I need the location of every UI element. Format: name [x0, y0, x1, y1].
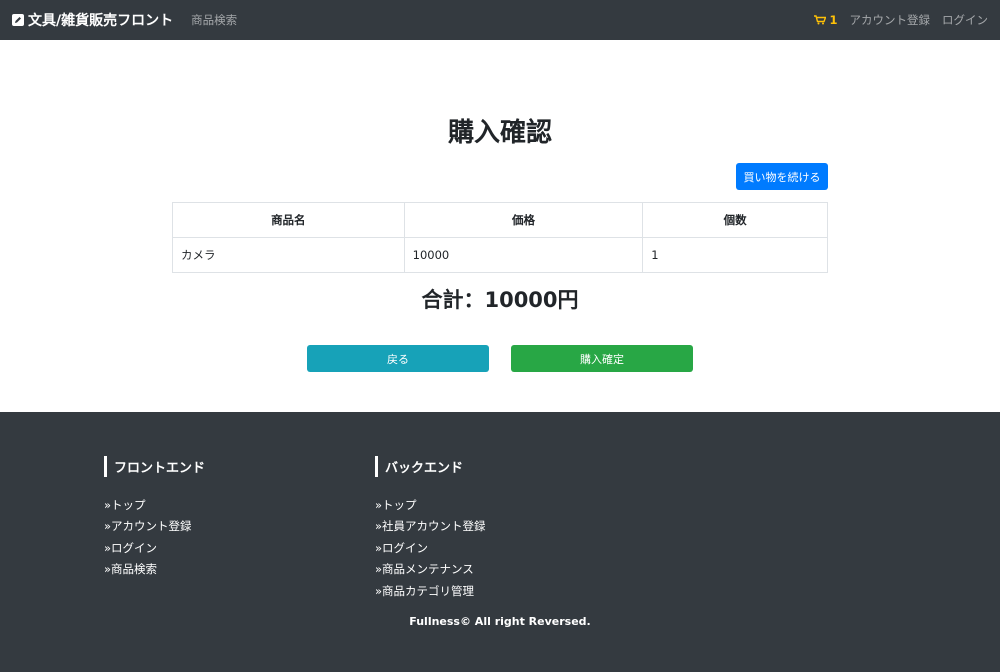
- nav-login-link[interactable]: ログイン: [942, 12, 988, 28]
- order-total: 合計：10000円: [421, 288, 579, 312]
- nav-search-link[interactable]: 商品検索: [191, 12, 237, 28]
- footer-link-product-maintenance[interactable]: »商品メンテナンス: [375, 559, 486, 581]
- footer-link-category-management[interactable]: »商品カテゴリ管理: [375, 580, 486, 602]
- edit-icon: [12, 14, 24, 26]
- nav-register-link[interactable]: アカウント登録: [850, 12, 931, 28]
- footer-frontend-heading: フロントエンド: [104, 456, 205, 477]
- navbar: 文具/雑貨販売フロント 商品検索 1 アカウント登録 ログイン: [0, 0, 1000, 40]
- back-button[interactable]: 戻る: [307, 345, 489, 372]
- footer-frontend-links: »トップ »アカウント登録 »ログイン »商品検索: [104, 494, 205, 580]
- column-header-price: 価格: [403, 202, 644, 238]
- cart-icon: [814, 15, 827, 25]
- confirm-purchase-button[interactable]: 購入確定: [511, 345, 693, 372]
- footer-link-login[interactable]: »ログイン: [104, 537, 205, 559]
- footer-link-register[interactable]: »アカウント登録: [104, 516, 205, 538]
- column-header-product: 商品名: [172, 202, 405, 238]
- footer-link-top[interactable]: »トップ: [104, 494, 205, 516]
- footer-link-admin-top[interactable]: »トップ: [375, 494, 486, 516]
- page-title: 購入確認: [447, 118, 552, 148]
- table-header-row: 商品名 価格 個数: [172, 202, 828, 238]
- footer-frontend-column: フロントエンド »トップ »アカウント登録 »ログイン »商品検索: [104, 456, 205, 580]
- footer-backend-column: バックエンド »トップ »社員アカウント登録 »ログイン »商品メンテナンス »…: [375, 456, 486, 602]
- footer-link-search[interactable]: »商品検索: [104, 559, 205, 581]
- quantity-cell: 1: [642, 237, 828, 273]
- column-header-quantity: 個数: [642, 202, 828, 238]
- brand-link[interactable]: 文具/雑貨販売フロント: [12, 10, 173, 30]
- footer-backend-heading: バックエンド: [375, 456, 486, 477]
- footer: フロントエンド »トップ »アカウント登録 »ログイン »商品検索 バックエンド…: [0, 412, 1000, 672]
- cart-count: 1: [829, 13, 838, 27]
- copyright: Fullness© All right Reversed.: [409, 615, 591, 628]
- footer-link-employee-register[interactable]: »社員アカウント登録: [375, 516, 486, 538]
- brand-label: 文具/雑貨販売フロント: [28, 13, 174, 29]
- continue-shopping-button[interactable]: 買い物を続ける: [736, 163, 828, 190]
- footer-backend-links: »トップ »社員アカウント登録 »ログイン »商品メンテナンス »商品カテゴリ管…: [375, 494, 486, 602]
- cart-table: 商品名 価格 個数 カメラ 10000 1: [172, 202, 828, 273]
- footer-link-admin-login[interactable]: »ログイン: [375, 537, 486, 559]
- cart-link[interactable]: 1: [814, 13, 838, 27]
- price-cell: 10000: [403, 237, 644, 273]
- main-content: 購入確認 買い物を続ける 商品名 価格 個数 カメラ 10000 1 合計：10…: [0, 40, 1000, 412]
- nav-right: 1 アカウント登録 ログイン: [814, 12, 988, 28]
- table-row: カメラ 10000 1: [172, 237, 828, 273]
- product-name-cell: カメラ: [172, 237, 405, 273]
